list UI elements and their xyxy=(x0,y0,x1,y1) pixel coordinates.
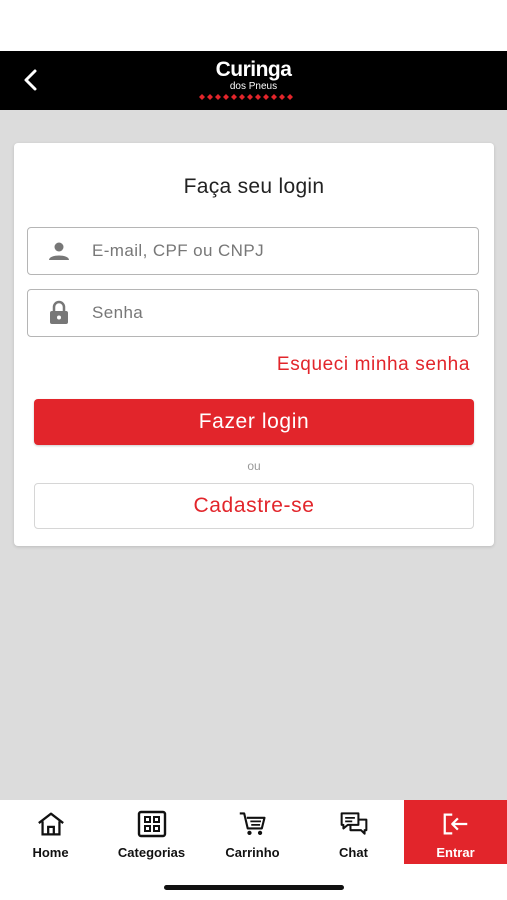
logo-main-text: Curinga xyxy=(215,58,292,81)
app-header: Curinga dos Pneus xyxy=(0,51,507,110)
chevron-left-icon xyxy=(24,69,37,91)
cart-icon xyxy=(238,809,268,839)
lock-icon xyxy=(44,298,74,328)
login-icon xyxy=(441,809,471,839)
login-card: Faça seu login Esqueci minha senha Fazer… xyxy=(14,143,494,546)
chat-icon xyxy=(339,809,369,839)
status-bar xyxy=(0,0,507,51)
user-icon xyxy=(44,236,74,266)
tab-carrinho[interactable]: Carrinho xyxy=(202,800,303,864)
bottom-tab-bar: Home Categorias Carrinho Chat Entrar xyxy=(0,800,507,864)
password-input[interactable] xyxy=(90,302,478,324)
page-title: Faça seu login xyxy=(183,175,325,198)
bottom-safe-area xyxy=(0,864,507,900)
tab-label: Chat xyxy=(339,845,368,860)
email-field[interactable] xyxy=(27,227,479,275)
signup-button[interactable]: Cadastre-se xyxy=(34,483,474,529)
password-field[interactable] xyxy=(27,289,479,337)
brand-logo: Curinga dos Pneus xyxy=(198,58,309,100)
login-button[interactable]: Fazer login xyxy=(34,399,474,445)
tab-chat[interactable]: Chat xyxy=(303,800,404,864)
home-indicator xyxy=(164,885,344,890)
back-button[interactable] xyxy=(14,63,48,97)
logo-sub-text: dos Pneus xyxy=(229,81,278,92)
tab-home[interactable]: Home xyxy=(0,800,101,864)
tab-label: Carrinho xyxy=(225,845,280,860)
email-input[interactable] xyxy=(90,240,478,262)
grid-icon xyxy=(137,809,167,839)
tab-categorias[interactable]: Categorias xyxy=(101,800,202,864)
tab-label: Entrar xyxy=(436,845,475,860)
or-divider-label: ou xyxy=(247,459,261,473)
tab-entrar[interactable]: Entrar xyxy=(404,800,507,864)
tab-label: Home xyxy=(32,845,69,860)
home-icon xyxy=(36,809,66,839)
tab-label: Categorias xyxy=(117,845,186,860)
logo-diamonds xyxy=(198,94,293,100)
forgot-password-link[interactable]: Esqueci minha senha xyxy=(277,354,470,376)
